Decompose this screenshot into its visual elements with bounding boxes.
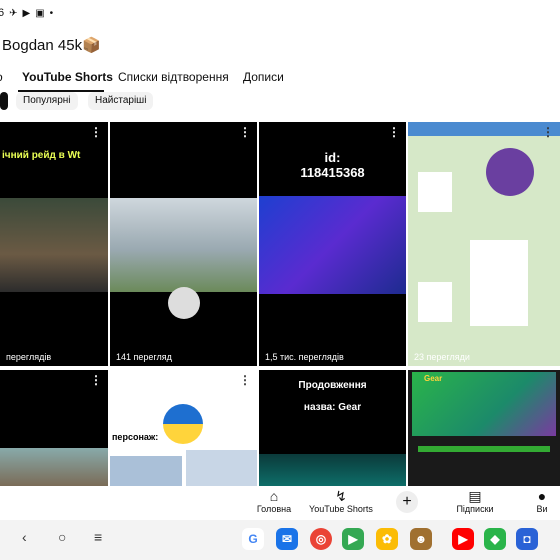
short-card[interactable]: ⋮ 23 перегляди <box>408 122 560 366</box>
short-overlay-text: Продовження назва: Gear <box>298 380 367 413</box>
more-options-icon[interactable]: ⋮ <box>388 126 400 138</box>
short-thumbnail <box>0 448 108 487</box>
qr-code-icon <box>418 172 452 212</box>
chip-oldest[interactable]: Найстаріші <box>88 92 154 110</box>
create-button[interactable]: + <box>396 491 418 513</box>
telegram-icon: ✈ <box>9 7 18 19</box>
nav-you[interactable]: ● Ви <box>530 488 554 514</box>
short-thumbnail <box>259 196 406 294</box>
nav-subscriptions[interactable]: ▤ Підписки <box>452 488 498 514</box>
short-overlay-text: ічний рейд в Wt <box>2 150 81 161</box>
chip-latest[interactable] <box>0 92 8 110</box>
nav-home-label: Головна <box>256 504 292 514</box>
ukraine-ball-icon <box>163 404 203 444</box>
chip-popular[interactable]: Популярні <box>16 92 78 110</box>
more-options-icon[interactable]: ⋮ <box>542 126 554 138</box>
more-options-icon[interactable]: ⋮ <box>239 126 251 138</box>
more-options-icon[interactable]: ⋮ <box>90 126 102 138</box>
short-views: 23 перегляди <box>414 352 470 362</box>
geometry-dash-app-icon[interactable]: ◆ <box>484 528 506 550</box>
short-card[interactable]: персонаж: ⋮ <box>110 370 257 487</box>
short-card[interactable]: ічний рейд в Wt ⋮ переглядів <box>0 122 108 366</box>
tab-playlists[interactable]: Списки відтворення <box>118 70 229 84</box>
skull-icon <box>168 287 200 319</box>
short-thumbnail <box>259 454 406 487</box>
recents-icon[interactable]: ≡ <box>94 529 102 545</box>
status-time: 6 <box>0 7 5 19</box>
short-card[interactable]: Gear <box>408 370 560 487</box>
short-thumbnail <box>0 198 108 292</box>
google-app-icon[interactable]: G <box>242 528 264 550</box>
youtube-icon: ▣ <box>35 7 45 19</box>
avatar: ● <box>537 488 547 504</box>
nav-shorts[interactable]: ↯ YouTube Shorts <box>307 488 375 514</box>
tab-partial[interactable]: о <box>0 70 3 84</box>
nav-you-label: Ви <box>536 504 548 514</box>
home-icon: ⌂ <box>269 488 279 504</box>
shorts-grid: ічний рейд в Wt ⋮ переглядів ⋮ 141 перег… <box>0 122 560 487</box>
channel-title: Bogdan 45k📦 <box>2 37 101 54</box>
game-app-icon[interactable]: ☻ <box>410 528 432 550</box>
more-options-icon[interactable]: ⋮ <box>90 374 102 386</box>
notification-dot-icon: • <box>49 7 54 19</box>
progress-bar <box>418 446 550 452</box>
short-views: 1,5 тис. переглядів <box>265 352 344 362</box>
short-overlay-text: id: 118415368 <box>300 150 365 180</box>
short-thumbnail <box>110 198 257 292</box>
chrome-app-icon[interactable]: ◎ <box>310 528 332 550</box>
bottom-navigation: ⌂ Головна ↯ YouTube Shorts + ▤ Підписки … <box>0 486 560 520</box>
short-card[interactable]: ⋮ 141 перегляд <box>110 122 257 366</box>
youtube-app-icon[interactable]: ▶ <box>452 528 474 550</box>
qr-code-icon <box>418 282 452 322</box>
short-overlay-text: персонаж: <box>112 432 159 442</box>
system-bar: ‹ ○ ≡ G ✉ ◎ ▶ ✿ ☻ ▶ ◆ ◘ <box>0 520 560 560</box>
more-options-icon[interactable]: ⋮ <box>239 374 251 386</box>
nav-shorts-label: YouTube Shorts <box>309 504 373 514</box>
status-bar: 6 ✈ ▶ ▣ • <box>0 0 560 26</box>
messages-app-icon[interactable]: ✉ <box>276 528 298 550</box>
play-icon: ▶ <box>22 7 31 19</box>
short-views: переглядів <box>6 352 52 362</box>
aircraft-image <box>110 456 182 487</box>
avatar <box>486 148 534 196</box>
roblox-app-icon[interactable]: ◘ <box>516 528 538 550</box>
subscriptions-icon: ▤ <box>468 488 482 504</box>
nav-subscriptions-label: Підписки <box>456 504 494 514</box>
tab-youtube-shorts[interactable]: YouTube Shorts <box>22 70 113 84</box>
photos-app-icon[interactable]: ✿ <box>376 528 398 550</box>
sort-chips: Популярні Найстаріші <box>0 92 560 114</box>
home-button-icon[interactable]: ○ <box>58 529 66 545</box>
play-store-app-icon[interactable]: ▶ <box>342 528 364 550</box>
telegram-header <box>408 122 560 136</box>
short-views: 141 перегляд <box>116 352 172 362</box>
screenshot-preview <box>470 240 528 326</box>
short-card[interactable]: ⋮ <box>0 370 108 487</box>
aircraft-image <box>186 450 257 487</box>
channel-tabs: о YouTube Shorts Списки відтворення Допи… <box>0 70 560 92</box>
short-overlay-text: Gear <box>424 374 443 383</box>
shorts-icon: ↯ <box>335 488 347 504</box>
back-icon[interactable]: ‹ <box>22 529 27 545</box>
short-card[interactable]: Продовження назва: Gear <box>259 370 406 487</box>
nav-home[interactable]: ⌂ Головна <box>254 488 294 514</box>
tab-posts[interactable]: Дописи <box>243 70 284 84</box>
short-card[interactable]: id: 118415368 ⋮ 1,5 тис. переглядів <box>259 122 406 366</box>
